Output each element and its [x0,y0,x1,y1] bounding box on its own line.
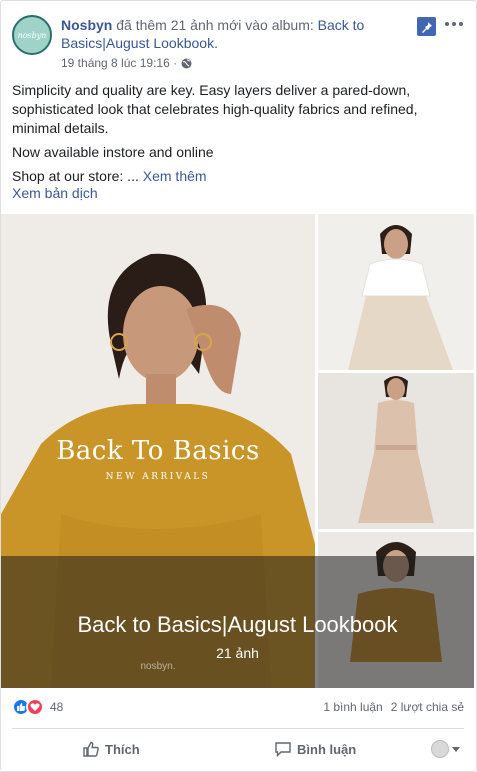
reaction-count: 48 [50,700,64,714]
lookbook-brand-title: Back To Basics [56,436,260,466]
viewer-avatar [431,740,449,758]
pin-icon [421,21,432,33]
post-action-text: đã thêm 21 ảnh mới vào album: [112,17,318,33]
reactions-summary[interactable]: 48 [12,698,63,716]
love-reaction-icon [26,698,44,716]
comment-count-link[interactable]: 1 bình luận [323,700,382,714]
model-beige-dress-illustration [318,373,474,529]
globe-icon [181,58,192,69]
see-more-link[interactable]: Xem thêm [143,168,207,184]
post-shop-line: Shop at our store: ... Xem thêm [12,167,462,186]
more-dot-icon [459,22,463,26]
more-options-button[interactable] [444,15,464,33]
like-button[interactable]: Thích [82,734,140,764]
chevron-down-icon [452,746,460,752]
actions-divider [12,728,464,729]
like-button-label: Thích [105,741,140,757]
post-card: nosbyn Nosbyn đã thêm 21 ảnh mới vào alb… [0,0,477,772]
post-paragraph: Now available instore and online [12,144,214,160]
photo-gallery: Back To Basics NEW ARRIVALS Back to Basi… [1,214,477,688]
post-actions: Thích Bình luận [12,734,464,764]
album-overlay-title: Back to Basics|August Lookbook [77,612,398,637]
post-meta: 19 tháng 8 lúc 19:16 · [61,56,192,70]
comment-icon [275,742,291,758]
thumbs-up-icon [83,741,99,757]
avatar-logo-text: nosbyn [17,30,47,40]
more-dot-icon [445,22,449,26]
photo-watermark: nosbyn. [140,661,176,672]
comment-button-label: Bình luận [297,741,357,757]
album-photo-count: 21 ảnh [216,645,259,661]
gallery-thumbnail[interactable] [318,214,474,370]
more-dot-icon [452,22,456,26]
viewer-selector[interactable] [431,734,460,764]
post-timestamp[interactable]: 19 tháng 8 lúc 19:16 · [61,56,177,70]
page-name-link[interactable]: Nosbyn [61,17,112,33]
post-body: Simplicity and quality are key. Easy lay… [12,81,462,191]
comment-button[interactable]: Bình luận [274,734,356,764]
engagement-counts: 1 bình luận 2 lượt chia sẻ [323,700,464,714]
page-avatar[interactable]: nosbyn [12,15,52,55]
post-stats: 48 1 bình luận 2 lượt chia sẻ [12,698,464,718]
model-white-top-illustration [318,214,474,370]
post-headline: Nosbyn đã thêm 21 ảnh mới vào album: Bac… [61,16,401,52]
lookbook-brand-subtitle: NEW ARRIVALS [105,472,211,482]
pin-button[interactable] [417,17,436,36]
see-translation-link[interactable]: Xem bản dịch [12,185,98,201]
post-header: nosbyn Nosbyn đã thêm 21 ảnh mới vào alb… [12,15,466,70]
post-paragraph: Simplicity and quality are key. Easy lay… [12,82,418,136]
share-count-link[interactable]: 2 lượt chia sẻ [391,700,464,714]
shop-text: Shop at our store: ... [12,168,143,184]
gallery-thumbnail[interactable] [318,373,474,529]
